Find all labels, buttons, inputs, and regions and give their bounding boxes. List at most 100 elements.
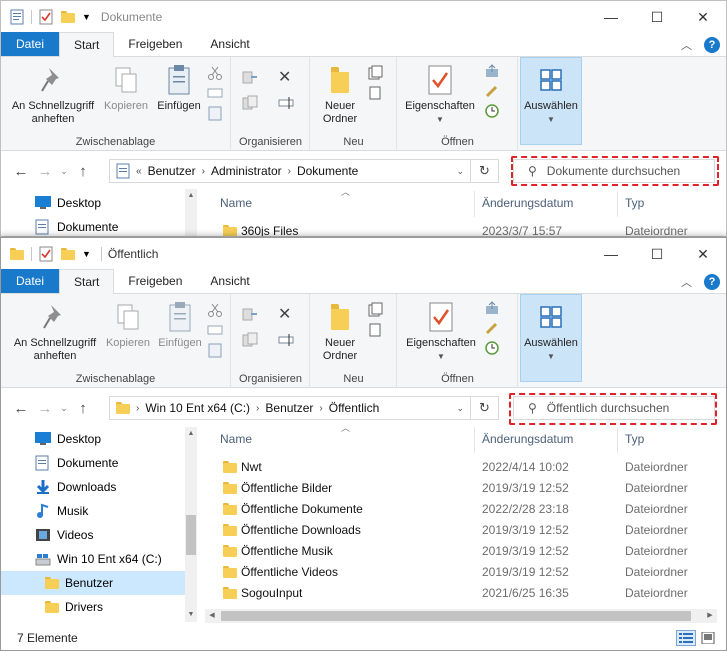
easy-access-icon[interactable] <box>367 322 383 338</box>
table-row[interactable]: Öffentliche Downloads 2019/3/19 12:52 Da… <box>201 520 716 541</box>
breadcrumb-item[interactable]: Dokumente <box>297 164 358 178</box>
copy-to-icon[interactable] <box>242 95 258 111</box>
copy-path-icon[interactable] <box>207 322 223 338</box>
nav-item-desktop[interactable]: Desktop <box>1 427 197 451</box>
nav-item-dokumente[interactable]: Dokumente <box>1 451 197 475</box>
refresh-button[interactable]: ↻ <box>471 396 499 420</box>
customize-quick-access-dropdown[interactable]: ▼ <box>82 12 91 22</box>
new-folder-button[interactable]: Neuer Ordner <box>315 300 365 363</box>
recent-locations-dropdown[interactable]: ⌄ <box>57 403 71 414</box>
checklist-quick-icon[interactable] <box>38 246 54 262</box>
paste-shortcut-icon[interactable] <box>207 105 223 121</box>
tab-freigeben[interactable]: Freigeben <box>114 269 196 293</box>
edit-icon[interactable] <box>484 320 500 336</box>
history-icon[interactable] <box>484 340 500 356</box>
maximize-button[interactable]: ☐ <box>634 238 680 270</box>
move-to-icon[interactable] <box>242 306 258 322</box>
open-icon[interactable] <box>484 63 500 79</box>
up-arrow-icon[interactable]: ↑ <box>71 400 95 417</box>
pin-quick-access-button[interactable]: An Schnellzugriff anheften <box>5 63 101 126</box>
table-row[interactable]: SogouInput 2021/6/25 16:35 Dateiordner <box>201 583 716 604</box>
copy-path-icon[interactable] <box>207 85 223 101</box>
cut-icon[interactable] <box>207 65 223 81</box>
forward-arrow-icon[interactable]: → <box>33 400 57 417</box>
edit-icon[interactable] <box>484 83 500 99</box>
paste-shortcut-icon[interactable] <box>207 342 223 358</box>
new-folder-quick-icon[interactable] <box>60 246 76 262</box>
nav-pane-scrollbar[interactable]: ▲ ▼ <box>185 427 197 622</box>
column-header-name[interactable]: Name <box>220 432 252 446</box>
copy-to-icon[interactable] <box>242 332 258 348</box>
move-to-icon[interactable] <box>242 69 258 85</box>
breadcrumb-item[interactable]: Win 10 Ent x64 (C:) <box>145 401 250 415</box>
tab-start[interactable]: Start <box>59 269 115 294</box>
select-button[interactable]: Auswählen ▼ <box>520 57 582 145</box>
checklist-quick-icon[interactable] <box>38 9 54 25</box>
minimize-button[interactable]: — <box>588 238 634 270</box>
select-button[interactable]: Auswählen ▼ <box>520 294 582 382</box>
rename-icon[interactable] <box>278 332 294 348</box>
easy-access-icon[interactable] <box>367 85 383 101</box>
collapse-ribbon-chevron-icon[interactable]: ︿ <box>681 274 692 290</box>
forward-arrow-icon[interactable]: → <box>33 163 57 180</box>
open-icon[interactable] <box>484 300 500 316</box>
help-icon[interactable]: ? <box>704 274 720 290</box>
properties-quick-icon[interactable] <box>9 9 25 25</box>
delete-icon[interactable]: ✕ <box>278 67 291 87</box>
nav-item-musik[interactable]: Musik <box>1 499 197 523</box>
table-row[interactable]: Öffentliche Dokumente 2022/2/28 23:18 Da… <box>201 499 716 520</box>
delete-icon[interactable]: ✕ <box>278 304 291 324</box>
title-bar[interactable]: ▼ Öffentlich — ☐ ✕ <box>1 238 726 270</box>
nav-pane-scrollbar[interactable]: ▲ <box>185 189 197 236</box>
nav-item-dokumente[interactable]: Dokumente <box>1 215 197 236</box>
address-bar[interactable]: › Win 10 Ent x64 (C:) › Benutzer › Öffen… <box>109 396 471 420</box>
column-header-type[interactable]: Typ <box>625 432 644 446</box>
pin-quick-access-button[interactable]: An Schnellzugriff anheften <box>7 300 103 363</box>
refresh-button[interactable]: ↻ <box>471 159 499 183</box>
nav-item-benutzer[interactable]: Benutzer <box>1 571 197 595</box>
tab-ansicht[interactable]: Ansicht <box>196 269 263 293</box>
table-row[interactable]: Öffentliche Bilder 2019/3/19 12:52 Datei… <box>201 478 716 499</box>
address-dropdown-icon[interactable]: ⌄ <box>456 403 464 414</box>
details-view-button[interactable] <box>676 630 696 646</box>
paste-button[interactable]: Einfügen <box>153 63 205 113</box>
back-arrow-icon[interactable]: ← <box>9 400 33 417</box>
help-icon[interactable]: ? <box>704 37 720 53</box>
collapse-ribbon-chevron-icon[interactable]: ︿ <box>681 37 692 53</box>
close-button[interactable]: ✕ <box>680 1 726 33</box>
nav-item-drive-c[interactable]: Win 10 Ent x64 (C:) <box>1 547 197 571</box>
tab-datei[interactable]: Datei <box>1 269 60 293</box>
minimize-button[interactable]: — <box>588 1 634 33</box>
up-arrow-icon[interactable]: ↑ <box>71 163 95 180</box>
column-header-date[interactable]: Änderungsdatum <box>482 196 573 210</box>
column-header-date[interactable]: Änderungsdatum <box>482 432 573 446</box>
copy-button[interactable]: Kopieren <box>101 300 155 350</box>
tab-freigeben[interactable]: Freigeben <box>114 32 196 56</box>
file-list-horizontal-scrollbar[interactable]: ◀ ▶ <box>205 609 717 623</box>
breadcrumb-item[interactable]: Benutzer <box>148 164 196 178</box>
tab-datei[interactable]: Datei <box>1 32 60 56</box>
back-arrow-icon[interactable]: ← <box>9 163 33 180</box>
folder-quick-icon[interactable] <box>9 246 25 262</box>
column-header-name[interactable]: Name <box>220 196 252 210</box>
nav-item-videos[interactable]: Videos <box>1 523 197 547</box>
nav-item-desktop[interactable]: Desktop <box>1 191 197 215</box>
large-icons-view-button[interactable] <box>698 630 718 646</box>
properties-button[interactable]: Eigenschaften ▼ <box>400 63 480 126</box>
tab-ansicht[interactable]: Ansicht <box>196 32 263 56</box>
new-item-icon[interactable] <box>367 65 383 81</box>
rename-icon[interactable] <box>278 95 294 111</box>
customize-quick-access-dropdown[interactable]: ▼ <box>82 249 91 259</box>
address-dropdown-icon[interactable]: ⌄ <box>456 166 464 177</box>
title-bar[interactable]: ▼ Dokumente — ☐ ✕ <box>1 1 726 33</box>
breadcrumb-item[interactable]: Administrator <box>211 164 282 178</box>
cut-icon[interactable] <box>207 302 223 318</box>
paste-button[interactable]: Einfügen <box>154 300 206 350</box>
new-item-icon[interactable] <box>367 302 383 318</box>
breadcrumb-item[interactable]: Öffentlich <box>329 401 379 415</box>
maximize-button[interactable]: ☐ <box>634 1 680 33</box>
tab-start[interactable]: Start <box>59 32 115 57</box>
recent-locations-dropdown[interactable]: ⌄ <box>57 166 71 177</box>
new-folder-quick-icon[interactable] <box>60 9 76 25</box>
table-row[interactable]: Öffentliche Videos 2019/3/19 12:52 Datei… <box>201 562 716 583</box>
